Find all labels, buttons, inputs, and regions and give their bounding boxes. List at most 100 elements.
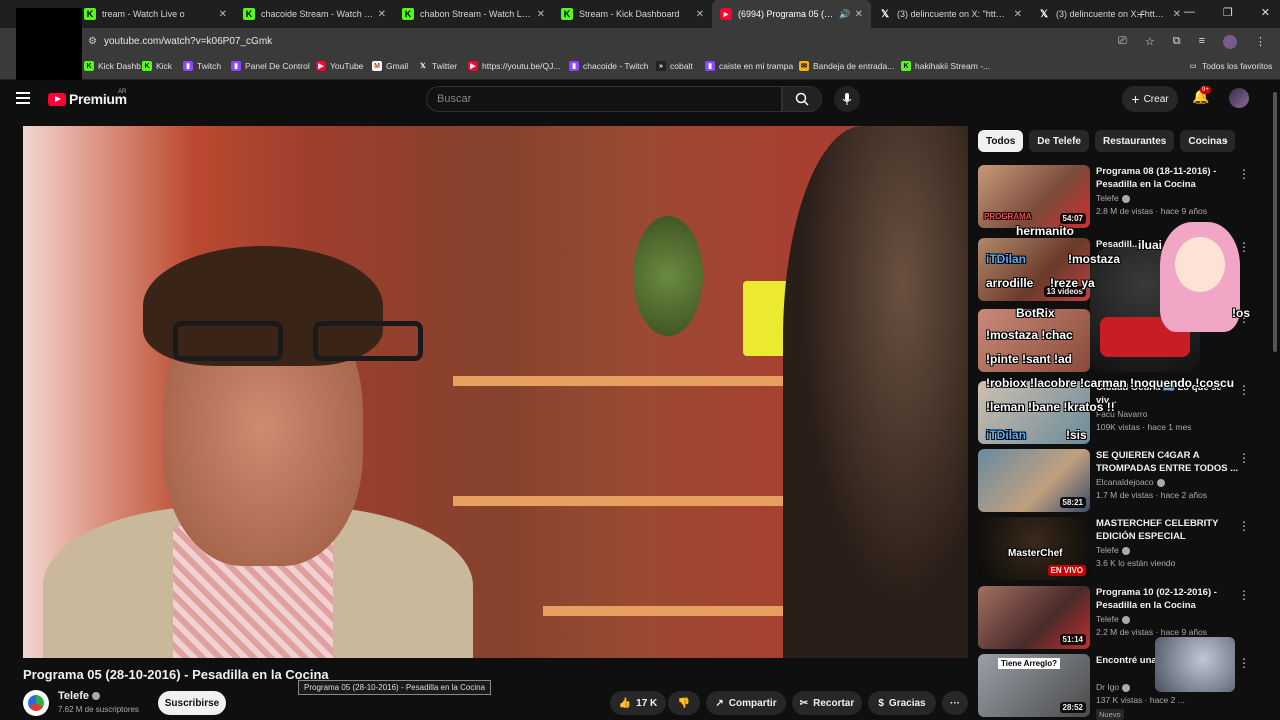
more-icon: ··· — [950, 697, 960, 709]
create-button[interactable]: + Crear — [1122, 86, 1178, 112]
extensions-icon[interactable]: ⧉ — [1173, 35, 1181, 49]
close-tab-icon[interactable]: ✕ — [378, 9, 386, 20]
video-thumbnail[interactable]: 58:21 — [978, 449, 1090, 512]
bookmark-star-icon[interactable]: ☆ — [1145, 35, 1155, 49]
profile-avatar[interactable] — [1229, 88, 1249, 108]
webcam-overlay — [1155, 637, 1235, 692]
browser-tab[interactable]: 𝕏 (3) delincuente on X: "https://t ✕ — [1030, 0, 1189, 28]
dislike-button[interactable]: 👎 — [668, 691, 700, 715]
recommendation-title[interactable]: Programa 08 (18-11-2016) - Pesadilla en … — [1096, 165, 1244, 191]
new-tab-button[interactable]: + — [1137, 6, 1145, 22]
duration-badge: 51:14 — [1059, 634, 1086, 645]
bookmark-item[interactable]: K Kick — [142, 61, 172, 71]
like-button[interactable]: 👍 17 K — [610, 691, 666, 715]
menu-icon[interactable] — [16, 92, 30, 104]
recommendation-title[interactable]: SE QUIEREN C4GAR A TROMPADAS ENTRE TODOS… — [1096, 449, 1244, 475]
thanks-icon: $ — [878, 697, 884, 709]
close-tab-icon[interactable]: ✕ — [1173, 9, 1181, 20]
search-button[interactable] — [782, 86, 822, 112]
close-tab-icon[interactable]: ✕ — [1014, 9, 1022, 20]
media-icon[interactable]: ≡ — [1199, 35, 1205, 49]
bookmark-item[interactable]: ✉ Bandeja de entrada... — [799, 61, 894, 71]
site-info-icon[interactable]: ⚙ — [88, 36, 97, 47]
bookmark-item[interactable]: ▮ Panel De Control — [231, 61, 310, 71]
close-tab-icon[interactable]: ✕ — [219, 9, 227, 20]
browser-tab[interactable]: Ktream - Watch Live o ✕ — [76, 0, 235, 28]
browser-tab[interactable]: K Stream - Kick Dashboard ✕ — [553, 0, 712, 28]
region-code: AR — [118, 89, 127, 95]
page-scrollbar[interactable] — [1273, 92, 1277, 352]
video-player[interactable] — [23, 126, 968, 658]
filter-chip[interactable]: Restaurantes — [1095, 130, 1175, 152]
more-options-icon[interactable]: ⋮ — [1238, 383, 1250, 397]
bookmark-label: Kick Dashb... — [98, 61, 149, 71]
channel-avatar[interactable] — [23, 690, 49, 716]
channel-name[interactable]: Telefe — [58, 690, 100, 702]
bookmark-item[interactable]: ▮ chacoide - Twitch — [569, 61, 649, 71]
share-button[interactable]: ↗ Compartir — [706, 691, 786, 715]
more-options-icon[interactable]: ⋮ — [1238, 451, 1250, 465]
more-options-icon[interactable]: ⋮ — [1238, 588, 1250, 602]
browser-menu-icon[interactable]: ⋮ — [1255, 35, 1266, 49]
bookmark-item[interactable]: ▮ Twitch — [183, 61, 221, 71]
notifications-button[interactable]: 🔔 9+ — [1192, 86, 1211, 105]
minimize-button[interactable]: — — [1184, 6, 1195, 19]
more-actions-button[interactable]: ··· — [942, 691, 968, 715]
bookmark-favicon-icon: K — [142, 61, 152, 71]
close-tab-icon[interactable]: ✕ — [855, 9, 863, 20]
stream-overlay-text: !mostaza — [1068, 252, 1121, 266]
close-window-button[interactable]: ✕ — [1261, 6, 1270, 19]
recommendation-item[interactable]: 58:21 SE QUIEREN C4GAR A TROMPADAS ENTRE … — [978, 449, 1268, 513]
url-field[interactable]: youtube.com/watch?v=k06P07_cGmk — [104, 36, 272, 47]
bookmark-item[interactable]: ▶ YouTube — [316, 61, 363, 71]
cast-icon[interactable]: ⎚ — [1118, 35, 1127, 49]
bookmark-item[interactable]: M Gmail — [372, 61, 408, 71]
bookmark-item[interactable]: 𝕏 Twitter — [418, 61, 457, 71]
recommendation-channel[interactable]: Telefe — [1096, 545, 1130, 555]
bookmark-item[interactable]: ▶ https://youtu.be/QJ... — [468, 61, 560, 71]
recommendation-meta: 2.8 M de vistas · hace 9 años — [1096, 206, 1208, 216]
youtube-logo[interactable]: Premium AR — [48, 89, 127, 107]
video-thumbnail[interactable]: 51:14 — [978, 586, 1090, 649]
thumbs-up-icon: 👍 — [618, 697, 632, 709]
speaker-icon[interactable]: 🔊 — [839, 9, 850, 20]
recommendation-channel[interactable]: Elcanaldejoaco — [1096, 477, 1165, 487]
more-options-icon[interactable]: ⋮ — [1238, 656, 1250, 670]
verified-icon — [91, 692, 100, 701]
bookmark-item[interactable]: Khakihakii Stream -... — [901, 61, 990, 71]
voice-search-button[interactable] — [834, 86, 860, 112]
recommendation-title[interactable]: MASTERCHEF CELEBRITY EDICIÓN ESPECIAL — [1096, 517, 1244, 543]
recommendation-title[interactable]: Programa 10 (02-12-2016) - Pesadilla en … — [1096, 586, 1244, 612]
filter-chip[interactable]: Todos — [978, 130, 1024, 152]
clip-button[interactable]: ✂ Recortar — [792, 691, 862, 715]
recommendation-channel[interactable]: Dr Igo — [1096, 682, 1131, 692]
bookmark-item[interactable]: » cobalt — [656, 61, 693, 71]
browser-profile-avatar[interactable] — [1223, 35, 1237, 49]
more-options-icon[interactable]: ⋮ — [1238, 167, 1250, 181]
all-bookmarks[interactable]: ▭ Todos los favoritos — [1188, 61, 1273, 71]
channel-name-text: Telefe — [58, 690, 89, 702]
bookmark-favicon-icon: ▶ — [316, 61, 326, 71]
bookmark-favicon-icon: K — [901, 61, 911, 71]
bookmark-favicon-icon: » — [656, 61, 666, 71]
channel-name-text: Telefe — [1096, 614, 1119, 624]
recommendation-channel[interactable]: Telefe — [1096, 614, 1130, 624]
maximize-button[interactable]: ❐ — [1223, 6, 1233, 19]
folder-icon: ▭ — [1189, 63, 1197, 70]
filter-chip[interactable]: De Telefe — [1029, 130, 1089, 152]
recommendation-channel[interactable]: Telefe — [1096, 193, 1130, 203]
close-tab-icon[interactable]: ✕ — [537, 9, 545, 20]
bookmark-item[interactable]: ▮ caiste en mi trampa — [705, 61, 793, 71]
browser-tab[interactable]: 𝕏 (3) delincuente on X: "https://t ✕ — [871, 0, 1030, 28]
more-options-icon[interactable]: ⋮ — [1238, 519, 1250, 533]
browser-tab[interactable]: Kchabon Stream - Watch Live o ✕ — [394, 0, 553, 28]
browser-tab[interactable]: ▶ (6994) Programa 05 (28-10 🔊 ✕ — [712, 0, 871, 28]
browser-tab[interactable]: Kchacoide Stream - Watch Live o ✕ — [235, 0, 394, 28]
close-tab-icon[interactable]: ✕ — [696, 9, 704, 20]
chevron-right-icon[interactable]: › — [1224, 134, 1228, 148]
video-thumbnail[interactable]: 13 videos — [978, 238, 1090, 301]
search-input[interactable]: Buscar — [426, 86, 782, 112]
subscribe-button[interactable]: Suscribirse — [158, 691, 226, 715]
bookmark-item[interactable]: K Kick Dashb... — [84, 61, 148, 71]
thanks-button[interactable]: $ Gracias — [868, 691, 936, 715]
